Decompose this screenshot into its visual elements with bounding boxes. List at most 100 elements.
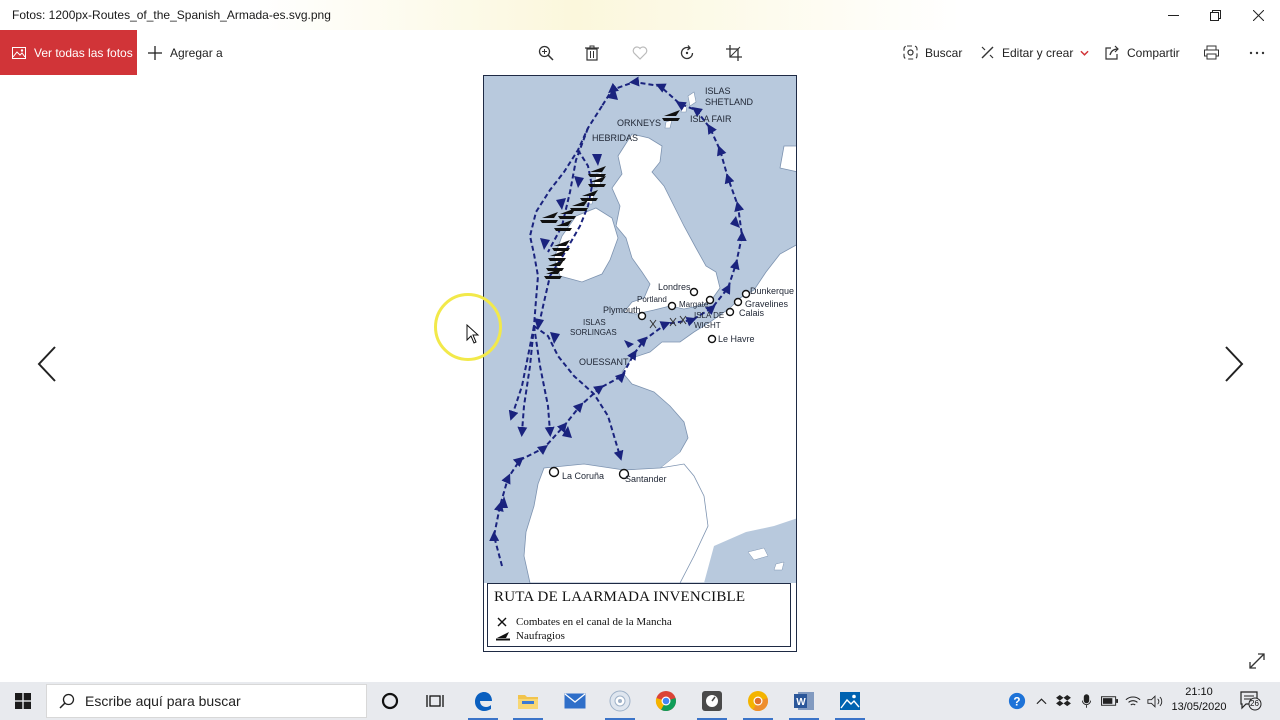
dropbox-tray[interactable] bbox=[1053, 682, 1073, 720]
close-button[interactable] bbox=[1235, 0, 1280, 30]
label-hebrides: HEBRIDAS bbox=[592, 133, 639, 143]
clock-date: 13/05/2020 bbox=[1171, 701, 1227, 713]
trash-icon bbox=[585, 45, 599, 61]
label-dunkirk: Dunkerque bbox=[750, 286, 795, 296]
rotate-icon bbox=[680, 45, 694, 60]
minimize-icon bbox=[1167, 14, 1179, 16]
network-tray[interactable] bbox=[1123, 682, 1143, 720]
label-wight-2: WIGHT bbox=[694, 321, 721, 330]
expand-icon bbox=[1249, 653, 1265, 669]
search-label: Buscar bbox=[925, 45, 963, 60]
action-center-button[interactable]: 26 bbox=[1240, 691, 1262, 711]
mail-icon bbox=[564, 693, 586, 709]
next-photo-button[interactable] bbox=[1222, 344, 1246, 384]
photo-icon bbox=[12, 46, 26, 59]
svg-text:?: ? bbox=[1013, 696, 1020, 709]
label-fair-isle: ISLA FAIR bbox=[690, 114, 732, 124]
label-london: Londres bbox=[658, 282, 691, 292]
legend-combat-label: Combates en el canal de la Mancha bbox=[516, 616, 672, 628]
crop-button[interactable] bbox=[723, 42, 745, 64]
label-shetland-2: SHETLAND bbox=[705, 97, 754, 107]
more-icon bbox=[1249, 51, 1265, 54]
photos-app[interactable] bbox=[835, 686, 865, 720]
label-shetland-1: ISLAS bbox=[705, 86, 731, 96]
legend-title: RUTA DE LAARMADA INVENCIBLE bbox=[494, 589, 746, 605]
clock-time: 21:10 bbox=[1185, 686, 1213, 698]
edit-icon bbox=[981, 46, 994, 59]
photo-viewer-image: ISLAS SHETLAND ORKNEYS ISLA FAIR HEBRIDA… bbox=[483, 75, 797, 652]
cortana-icon bbox=[381, 692, 399, 710]
share-button[interactable]: Compartir bbox=[1105, 30, 1180, 75]
clock-app-icon bbox=[702, 691, 722, 711]
more-options-button[interactable] bbox=[1249, 30, 1272, 75]
search-icon bbox=[59, 693, 75, 709]
title-bar: Fotos: 1200px-Routes_of_the_Spanish_Arma… bbox=[0, 0, 1280, 30]
minimize-button[interactable] bbox=[1150, 0, 1196, 30]
start-button[interactable] bbox=[0, 682, 46, 720]
all-photos-label: Ver todas las fotos bbox=[34, 45, 133, 60]
chrome-icon bbox=[655, 691, 676, 712]
label-le-havre: Le Havre bbox=[718, 334, 755, 344]
taskbar-clock[interactable]: 21:10 13/05/2020 bbox=[1166, 685, 1232, 715]
photos-icon bbox=[840, 692, 860, 710]
windows-logo-icon bbox=[15, 693, 31, 709]
label-scilly-1: ISLAS bbox=[583, 318, 606, 327]
visual-search-icon bbox=[903, 45, 918, 60]
folder-icon bbox=[518, 695, 538, 709]
label-calais: Calais bbox=[739, 308, 765, 318]
pinned-app[interactable] bbox=[697, 686, 727, 720]
cortana-button[interactable] bbox=[375, 686, 405, 716]
favorite-button[interactable] bbox=[629, 42, 651, 64]
taskbar-search-input[interactable]: Escribe aquí para buscar bbox=[46, 684, 367, 718]
edge-app[interactable] bbox=[468, 686, 498, 720]
edit-create-button[interactable]: Editar y crear bbox=[980, 30, 1089, 75]
help-icon: ? bbox=[1008, 692, 1026, 710]
microphone-tray[interactable] bbox=[1077, 682, 1095, 720]
label-ouessant: OUESSANT bbox=[579, 357, 629, 367]
printer-icon bbox=[1204, 45, 1219, 60]
restore-button[interactable] bbox=[1192, 0, 1238, 30]
armada-route-map bbox=[484, 76, 796, 583]
word-app[interactable]: W bbox=[789, 686, 819, 720]
chrome-variant-icon bbox=[748, 691, 768, 712]
task-view-button[interactable] bbox=[420, 686, 450, 716]
taskbar-search-placeholder: Escribe aquí para buscar bbox=[85, 693, 241, 709]
search-button[interactable]: Buscar bbox=[903, 30, 962, 75]
share-icon bbox=[1105, 45, 1119, 60]
share-label: Compartir bbox=[1127, 45, 1180, 60]
help-tray-icon[interactable]: ? bbox=[1005, 682, 1029, 720]
wifi-icon bbox=[1125, 695, 1141, 705]
delete-button[interactable] bbox=[581, 42, 603, 64]
add-to-label: Agregar a bbox=[170, 45, 223, 60]
chevron-right-icon bbox=[1225, 346, 1244, 382]
fullscreen-button[interactable] bbox=[1248, 652, 1266, 670]
volume-tray[interactable] bbox=[1145, 682, 1165, 720]
file-explorer-app[interactable] bbox=[513, 686, 543, 720]
speaker-icon bbox=[1147, 694, 1163, 708]
restore-icon bbox=[1209, 9, 1221, 21]
zoom-in-icon bbox=[538, 45, 554, 61]
crop-icon bbox=[726, 45, 742, 61]
task-view-icon bbox=[426, 695, 444, 707]
battery-icon bbox=[1100, 696, 1118, 706]
mail-app[interactable] bbox=[560, 686, 590, 716]
all-photos-button[interactable]: Ver todas las fotos bbox=[0, 30, 137, 75]
rotate-button[interactable] bbox=[676, 42, 698, 64]
label-scilly-2: SORLINGAS bbox=[570, 328, 617, 337]
window-title: Fotos: 1200px-Routes_of_the_Spanish_Arma… bbox=[12, 8, 331, 22]
zoom-button[interactable] bbox=[535, 42, 557, 64]
add-to-button[interactable]: Agregar a bbox=[148, 30, 223, 75]
show-hidden-icons-button[interactable] bbox=[1033, 682, 1049, 720]
label-santander: Santander bbox=[625, 474, 667, 484]
legend-wreck-row: Naufragios bbox=[496, 630, 565, 642]
print-button[interactable] bbox=[1204, 30, 1226, 75]
label-portland: Portland bbox=[637, 295, 667, 304]
combat-icon bbox=[497, 617, 507, 627]
chrome-app[interactable] bbox=[651, 686, 681, 716]
microphone-icon bbox=[1081, 693, 1091, 708]
dropbox-icon bbox=[1055, 694, 1071, 706]
recorder-app[interactable] bbox=[605, 686, 635, 720]
previous-photo-button[interactable] bbox=[35, 344, 59, 384]
chrome-canary-app[interactable] bbox=[743, 686, 773, 720]
battery-tray[interactable] bbox=[1099, 682, 1119, 720]
